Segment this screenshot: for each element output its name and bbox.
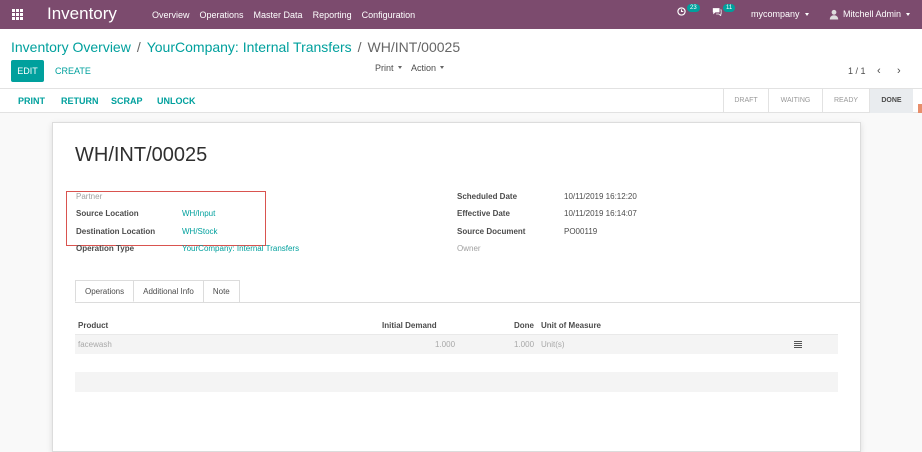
main-menu: Overview Operations Master Data Reportin… [152,9,415,21]
form-header: PRINT RETURN SCRAP UNLOCK DRAFT WAITING … [0,89,922,113]
notebook-tabs: Operations Additional Info Note [75,280,240,302]
chevron-down-icon [440,66,445,69]
print-dropdown-label: Print [375,63,394,73]
row-initial-demand: 1.000 [435,340,456,349]
menu-overview[interactable]: Overview [152,9,190,21]
pager-previous-icon[interactable]: ‹ [877,65,881,77]
avatar [829,9,839,19]
owner-label: Owner [457,244,481,253]
breadcrumb-separator: / [136,39,141,55]
row-done: 1.000 [514,340,535,349]
messages-count-badge: 11 [723,3,736,12]
chevron-down-icon [804,12,809,16]
form-sheet: WH/INT/00025 Partner Source Location WH/… [52,122,861,452]
pager-next-icon[interactable]: › [897,65,901,77]
status-stage-draft: DRAFT [723,89,768,113]
activity-menu[interactable]: 23 [677,3,700,16]
row-product: facewash [78,340,112,349]
app-brand[interactable]: Inventory [47,4,117,24]
menu-operations[interactable]: Operations [200,9,244,21]
tab-divider [75,302,861,303]
source-location-value[interactable]: WH/Input [182,208,215,219]
company-name: mycompany [751,9,800,19]
breadcrumb-root[interactable]: Inventory Overview [11,39,131,55]
operation-type-value[interactable]: YourCompany: Internal Transfers [182,243,299,254]
top-navbar: Inventory Overview Operations Master Dat… [0,0,922,29]
row-unit-of-measure: Unit(s) [541,340,565,349]
control-panel: Inventory Overview / YourCompany: Internal… [0,29,922,89]
edit-button[interactable]: EDIT [11,60,44,82]
scrap-button[interactable]: SCRAP [111,95,143,107]
apps-menu-icon[interactable] [12,9,23,20]
status-stage-ready: READY [822,89,869,113]
column-initial-demand[interactable]: Initial Demand [382,320,437,331]
menu-master-data[interactable]: Master Data [254,9,303,21]
breadcrumb: Inventory Overview / YourCompany: Internal… [11,39,460,55]
detailed-operations-icon[interactable] [794,341,802,348]
chat-icon [712,8,722,16]
tab-operations[interactable]: Operations [75,280,135,302]
scheduled-date-label: Scheduled Date [457,192,518,201]
partner-label: Partner [76,192,103,201]
menu-configuration[interactable]: Configuration [362,9,416,21]
source-document-value: PO00119 [564,227,598,236]
chevron-down-icon [397,66,402,69]
effective-date-value: 10/11/2019 16:14:07 [564,209,637,218]
unlock-button[interactable]: UNLOCK [157,95,196,107]
tab-additional-info[interactable]: Additional Info [133,280,204,302]
source-document-label: Source Document [457,227,526,236]
table-row[interactable]: facewash 1.000 1.000 Unit(s) [75,334,838,354]
breadcrumb-parent[interactable]: YourCompany: Internal Transfers [147,39,352,55]
empty-row [75,372,838,392]
destination-location-value[interactable]: WH/Stock [182,226,218,237]
user-menu[interactable]: Mitchell Admin [829,7,911,21]
destination-location-label: Destination Location [76,227,156,236]
column-product[interactable]: Product [78,320,108,331]
chevron-down-icon [906,12,911,16]
scheduled-date-value: 10/11/2019 16:12:20 [564,192,637,201]
status-stage-done: DONE [869,89,913,113]
company-switcher[interactable]: mycompany [751,7,809,21]
column-done[interactable]: Done [514,320,534,331]
action-dropdown-label: Action [411,63,437,73]
activity-count-badge: 23 [687,3,700,12]
tab-note[interactable]: Note [202,280,240,302]
record-title: WH/INT/00025 [75,144,208,166]
breadcrumb-current: WH/INT/00025 [367,39,461,55]
messages-menu[interactable]: 11 [712,3,736,16]
create-button[interactable]: CREATE [55,60,91,82]
action-dropdown[interactable]: Action [411,62,445,74]
clock-icon [677,7,686,16]
pager-value[interactable]: 1 / 1 [848,65,866,77]
return-button[interactable]: RETURN [61,95,99,107]
column-unit-of-measure[interactable]: Unit of Measure [541,320,601,331]
user-name: Mitchell Admin [843,9,902,19]
status-stage-waiting: WAITING [768,89,822,113]
operation-type-label: Operation Type [76,244,135,253]
print-dropdown[interactable]: Print [375,62,402,74]
effective-date-label: Effective Date [457,209,510,218]
source-location-label: Source Location [76,209,139,218]
menu-reporting[interactable]: Reporting [313,9,352,21]
print-button[interactable]: PRINT [18,95,45,107]
breadcrumb-separator: / [357,39,362,55]
